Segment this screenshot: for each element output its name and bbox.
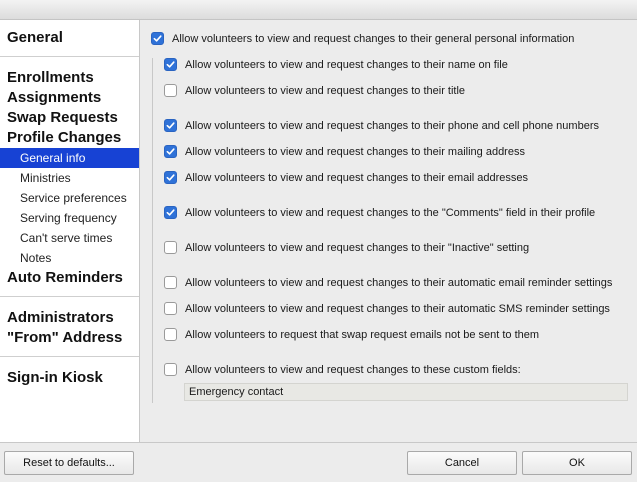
option-title[interactable]: Allow volunteers to view and request cha… bbox=[164, 84, 465, 97]
option-general-personal-info[interactable]: Allow volunteers to view and request cha… bbox=[151, 32, 574, 45]
sidebar-divider bbox=[0, 296, 139, 297]
checkbox[interactable] bbox=[164, 84, 177, 97]
option-swap-request-emails[interactable]: Allow volunteers to request that swap re… bbox=[164, 328, 539, 341]
custom-field-item[interactable]: Emergency contact bbox=[184, 383, 628, 401]
option-label: Allow volunteers to request that swap re… bbox=[185, 328, 540, 341]
sidebar-section-auto-reminders[interactable]: Auto Reminders bbox=[7, 268, 123, 288]
option-email-reminder-settings[interactable]: Allow volunteers to view and request cha… bbox=[164, 276, 612, 289]
option-label: Allow volunteers to view and request cha… bbox=[185, 58, 508, 71]
sidebar-item-service-preferences[interactable]: Service preferences bbox=[0, 188, 139, 208]
checkbox[interactable] bbox=[164, 328, 177, 341]
sidebar-section-from-address[interactable]: "From" Address bbox=[7, 328, 122, 348]
option-label: Allow volunteers to view and request cha… bbox=[185, 84, 466, 97]
option-label: Allow volunteers to view and request cha… bbox=[185, 276, 613, 289]
sidebar-section-assignments[interactable]: Assignments bbox=[7, 88, 101, 108]
sidebar-item-notes[interactable]: Notes bbox=[0, 248, 139, 268]
option-mailing-address[interactable]: Allow volunteers to view and request cha… bbox=[164, 145, 525, 158]
option-inactive-setting[interactable]: Allow volunteers to view and request cha… bbox=[164, 241, 529, 254]
sidebar-section-general[interactable]: General bbox=[7, 28, 63, 48]
checkbox[interactable] bbox=[164, 58, 177, 71]
option-email-addresses[interactable]: Allow volunteers to view and request cha… bbox=[164, 171, 528, 184]
checkmark-icon bbox=[166, 209, 175, 216]
sidebar-section-swap-requests[interactable]: Swap Requests bbox=[7, 108, 118, 128]
option-sms-reminder-settings[interactable]: Allow volunteers to view and request cha… bbox=[164, 302, 610, 315]
checkmark-icon bbox=[153, 35, 162, 42]
option-custom-fields[interactable]: Allow volunteers to view and request cha… bbox=[164, 363, 521, 376]
checkbox[interactable] bbox=[164, 241, 177, 254]
checkbox[interactable] bbox=[164, 171, 177, 184]
option-comments-field[interactable]: Allow volunteers to view and request cha… bbox=[164, 206, 595, 219]
checkmark-icon bbox=[166, 122, 175, 129]
option-label: Allow volunteers to view and request cha… bbox=[185, 119, 599, 132]
option-label: Allow volunteers to view and request cha… bbox=[185, 241, 530, 254]
option-phone-numbers[interactable]: Allow volunteers to view and request cha… bbox=[164, 119, 599, 132]
option-label: Allow volunteers to view and request cha… bbox=[172, 32, 575, 45]
checkbox[interactable] bbox=[164, 119, 177, 132]
sidebar-divider bbox=[0, 56, 139, 57]
option-name-on-file[interactable]: Allow volunteers to view and request cha… bbox=[164, 58, 508, 71]
checkmark-icon bbox=[166, 61, 175, 68]
checkmark-icon bbox=[166, 174, 175, 181]
checkmark-icon bbox=[166, 148, 175, 155]
sidebar-section-administrators[interactable]: Administrators bbox=[7, 308, 114, 328]
ok-button[interactable]: OK bbox=[522, 451, 632, 475]
sidebar-section-signin-kiosk[interactable]: Sign-in Kiosk bbox=[7, 368, 103, 388]
sidebar-section-profile-changes[interactable]: Profile Changes bbox=[7, 128, 121, 148]
sidebar-item-general-info[interactable]: General info bbox=[0, 148, 139, 168]
checkbox[interactable] bbox=[164, 276, 177, 289]
button-bar: Reset to defaults... Cancel OK bbox=[0, 442, 637, 482]
reset-defaults-button[interactable]: Reset to defaults... bbox=[4, 451, 134, 475]
cancel-button[interactable]: Cancel bbox=[407, 451, 517, 475]
option-label: Allow volunteers to view and request cha… bbox=[185, 363, 521, 376]
checkbox[interactable] bbox=[164, 206, 177, 219]
sidebar-item-serving-frequency[interactable]: Serving frequency bbox=[0, 208, 139, 228]
checkbox[interactable] bbox=[164, 302, 177, 315]
checkbox[interactable] bbox=[164, 363, 177, 376]
sidebar-item-ministries[interactable]: Ministries bbox=[0, 168, 139, 188]
option-label: Allow volunteers to view and request cha… bbox=[185, 145, 525, 158]
sidebar-section-enrollments[interactable]: Enrollments bbox=[7, 68, 94, 88]
indent-guide-line bbox=[152, 58, 153, 403]
checkbox[interactable] bbox=[164, 145, 177, 158]
option-label: Allow volunteers to view and request cha… bbox=[185, 171, 529, 184]
option-label: Allow volunteers to view and request cha… bbox=[185, 302, 610, 315]
checkbox[interactable] bbox=[151, 32, 164, 45]
sidebar-divider bbox=[0, 356, 139, 357]
settings-sidebar: General Enrollments Assignments Swap Req… bbox=[0, 20, 140, 442]
option-label: Allow volunteers to view and request cha… bbox=[185, 206, 596, 219]
sidebar-item-cant-serve-times[interactable]: Can't serve times bbox=[0, 228, 139, 248]
window-titlebar bbox=[0, 0, 637, 20]
